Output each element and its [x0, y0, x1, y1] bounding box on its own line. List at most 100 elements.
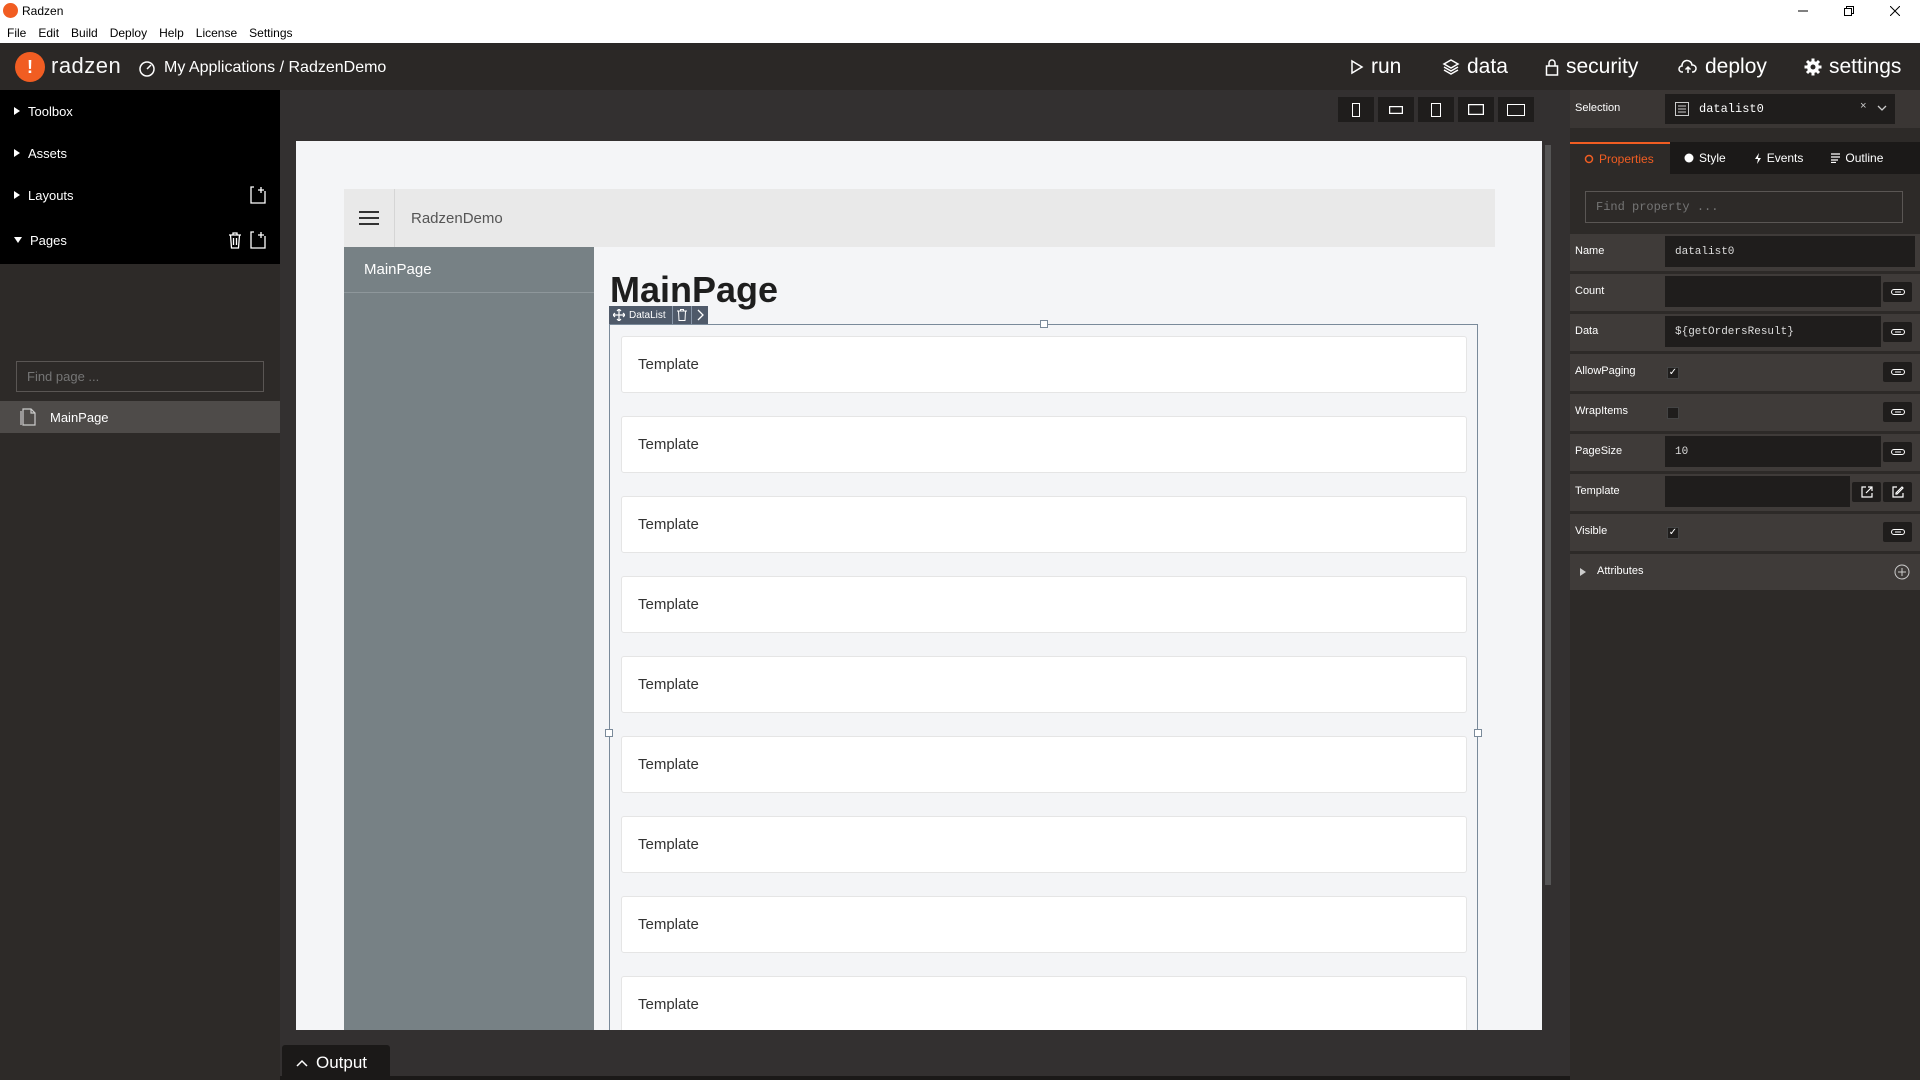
- data-label: data: [1467, 55, 1508, 78]
- datalist-component[interactable]: Template Template Template Template Temp…: [605, 320, 1482, 1030]
- template-item[interactable]: Template: [621, 416, 1467, 473]
- toolbox-section[interactable]: Toolbox: [0, 90, 280, 132]
- cloud-upload-icon: [1678, 59, 1697, 73]
- template-item[interactable]: Template: [621, 336, 1467, 393]
- deploy-label: deploy: [1705, 55, 1767, 78]
- clear-selection-icon[interactable]: ×: [1860, 101, 1867, 113]
- selection-row: Selection datalist0 ×: [1570, 90, 1920, 128]
- tab-style[interactable]: Style: [1670, 142, 1740, 174]
- pagesize-field[interactable]: 10: [1665, 436, 1881, 467]
- bind-button[interactable]: [1883, 282, 1912, 302]
- allowpaging-checkbox[interactable]: ✓: [1667, 367, 1679, 379]
- template-item[interactable]: Template: [621, 576, 1467, 633]
- name-field[interactable]: datalist0: [1665, 236, 1915, 267]
- template-item[interactable]: Template: [621, 976, 1467, 1030]
- menu-license[interactable]: License: [196, 26, 237, 40]
- minimize-button[interactable]: [1780, 0, 1826, 22]
- prop-label: Template: [1575, 485, 1620, 497]
- bind-button[interactable]: [1883, 362, 1912, 382]
- tab-events[interactable]: Events: [1740, 142, 1818, 174]
- desktop-button[interactable]: [1498, 97, 1538, 122]
- resize-handle-top[interactable]: [1040, 320, 1048, 328]
- link-icon: [1890, 529, 1905, 535]
- tablet-landscape-button[interactable]: [1458, 97, 1498, 122]
- menu-build[interactable]: Build: [71, 26, 98, 40]
- canvas-scrollbar[interactable]: [1545, 145, 1551, 885]
- edit-template-button[interactable]: [1852, 482, 1881, 502]
- chevron-down-icon[interactable]: [1877, 105, 1887, 112]
- selection-dropdown[interactable]: datalist0 ×: [1665, 94, 1895, 124]
- prop-label: Visible: [1575, 525, 1608, 537]
- new-page-icon[interactable]: [250, 231, 266, 249]
- assets-section[interactable]: Assets: [0, 132, 280, 174]
- template-field[interactable]: [1665, 476, 1850, 507]
- prop-row-visible: Visible ✓: [1570, 514, 1920, 551]
- visible-checkbox[interactable]: ✓: [1667, 527, 1679, 539]
- phone-portrait-button[interactable]: [1338, 97, 1378, 122]
- tab-style-label: Style: [1699, 151, 1726, 165]
- delete-component-icon[interactable]: [676, 309, 687, 321]
- data-field[interactable]: ${getOrdersResult}: [1665, 316, 1881, 347]
- template-item[interactable]: Template: [621, 736, 1467, 793]
- run-button[interactable]: run: [1350, 55, 1401, 79]
- template-item[interactable]: Template: [621, 496, 1467, 553]
- template-item[interactable]: Template: [621, 656, 1467, 713]
- output-tab[interactable]: Output: [282, 1045, 390, 1080]
- tab-outline[interactable]: Outline: [1817, 142, 1897, 174]
- resize-handle-right[interactable]: [1474, 729, 1482, 737]
- collapse-icon: [14, 237, 22, 243]
- edit-icon: [1860, 486, 1873, 498]
- prop-row-pagesize: PageSize 10: [1570, 434, 1920, 471]
- lock-icon: [1545, 59, 1559, 76]
- tablet-landscape-icon: [1468, 104, 1484, 115]
- close-window-button[interactable]: [1872, 0, 1918, 22]
- output-label: Output: [316, 1052, 368, 1072]
- page-title: MainPage: [610, 269, 779, 310]
- pages-section[interactable]: Pages: [0, 216, 280, 264]
- attributes-row[interactable]: Attributes: [1570, 554, 1920, 590]
- resize-handle-left[interactable]: [605, 729, 613, 737]
- menu-deploy[interactable]: Deploy: [110, 26, 147, 40]
- preview-nav-item[interactable]: MainPage: [344, 247, 594, 293]
- datalist-icon: [1675, 102, 1689, 116]
- page-item-mainpage[interactable]: MainPage: [0, 401, 280, 433]
- bind-button[interactable]: [1883, 442, 1912, 462]
- breadcrumb[interactable]: My Applications / RadzenDemo: [138, 59, 386, 77]
- template-item[interactable]: Template: [621, 896, 1467, 953]
- deploy-button[interactable]: deploy: [1678, 55, 1767, 79]
- chevron-right-icon[interactable]: [696, 309, 704, 321]
- link-icon: [1890, 449, 1905, 455]
- tab-properties[interactable]: Properties: [1570, 142, 1670, 174]
- move-icon[interactable]: [613, 309, 625, 321]
- bind-button[interactable]: [1883, 402, 1912, 422]
- template-item[interactable]: Template: [621, 816, 1467, 873]
- prop-row-data: Data ${getOrdersResult}: [1570, 314, 1920, 351]
- trash-icon[interactable]: [228, 231, 242, 249]
- phone-landscape-button[interactable]: [1378, 97, 1418, 122]
- add-attribute-icon[interactable]: [1894, 564, 1910, 580]
- bind-button[interactable]: [1883, 322, 1912, 342]
- component-tag[interactable]: DataList: [609, 306, 708, 324]
- menu-help[interactable]: Help: [159, 26, 184, 40]
- hamburger-menu-icon[interactable]: [359, 211, 379, 225]
- app-header: ! radzen My Applications / RadzenDemo ru…: [0, 43, 1920, 90]
- layouts-section[interactable]: Layouts: [0, 174, 280, 216]
- menu-edit[interactable]: Edit: [38, 26, 59, 40]
- menu-file[interactable]: File: [7, 26, 26, 40]
- menu-settings[interactable]: Settings: [249, 26, 292, 40]
- open-template-button[interactable]: [1883, 482, 1912, 502]
- outline-icon: [1831, 153, 1841, 163]
- wrapitems-checkbox[interactable]: [1667, 407, 1679, 419]
- find-property-input[interactable]: [1585, 191, 1903, 223]
- tablet-portrait-button[interactable]: [1418, 97, 1458, 122]
- settings-button[interactable]: settings: [1804, 55, 1901, 79]
- prop-label: Name: [1575, 245, 1605, 257]
- data-button[interactable]: data: [1442, 55, 1508, 79]
- security-button[interactable]: security: [1545, 55, 1638, 79]
- new-layout-icon[interactable]: [250, 186, 266, 204]
- prop-row-wrapitems: WrapItems: [1570, 394, 1920, 431]
- bind-button[interactable]: [1883, 522, 1912, 542]
- count-field[interactable]: [1665, 276, 1881, 307]
- find-page-input[interactable]: [16, 361, 264, 392]
- restore-button[interactable]: [1826, 0, 1872, 22]
